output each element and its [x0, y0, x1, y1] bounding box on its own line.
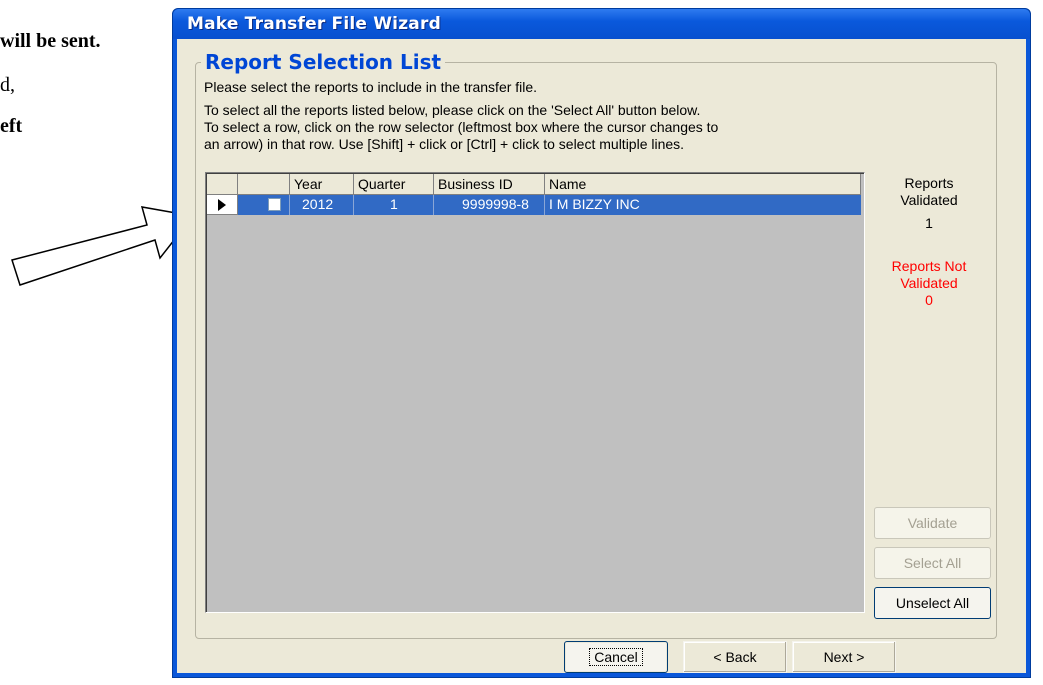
next-button[interactable]: Next >: [792, 641, 896, 673]
title-bar[interactable]: Make Transfer File Wizard: [173, 9, 1030, 39]
instruction-line-2: To select all the reports listed below, …: [204, 102, 701, 118]
instruction-line-3: To select a row, click on the row select…: [204, 119, 719, 135]
window-title: Make Transfer File Wizard: [187, 14, 441, 34]
not-validated-label-2: Validated: [900, 275, 958, 291]
column-header-business-id[interactable]: Business ID: [434, 174, 545, 195]
cell-year: 2012: [290, 195, 354, 215]
column-header-quarter[interactable]: Quarter: [354, 174, 434, 195]
not-validated-count: 0: [925, 292, 933, 308]
column-header-year[interactable]: Year: [290, 174, 354, 195]
wizard-window: Make Transfer File Wizard Report Selecti…: [172, 8, 1031, 678]
doc-text-line-1: will be sent.: [0, 30, 101, 52]
unselect-all-button[interactable]: Unselect All: [874, 587, 991, 619]
table-row[interactable]: 2012 1 9999998-8 I M BIZZY INC: [207, 195, 861, 215]
select-all-button[interactable]: Select All: [874, 547, 991, 579]
back-button[interactable]: < Back: [683, 641, 787, 673]
wizard-client-area: Report Selection List Please select the …: [177, 39, 1026, 673]
column-header-checkbox[interactable]: [238, 174, 290, 195]
row-checkbox-cell: [238, 195, 290, 215]
cell-quarter: 1: [354, 195, 434, 215]
report-grid[interactable]: Year Quarter Business ID Name 2012 1 999…: [205, 172, 865, 613]
validated-count: 1: [925, 215, 933, 231]
column-header-name[interactable]: Name: [545, 174, 861, 195]
instruction-line-1: Please select the reports to include in …: [204, 79, 538, 95]
callout-arrow-icon: [11, 206, 195, 286]
cell-name: I M BIZZY INC: [545, 195, 861, 215]
not-validated-label: Reports Not: [891, 258, 967, 274]
row-selector[interactable]: [207, 195, 238, 215]
row-pointer-icon: [218, 199, 226, 211]
validate-button[interactable]: Validate: [874, 507, 991, 539]
cancel-button[interactable]: Cancel: [564, 641, 668, 673]
cancel-label: Cancel: [589, 648, 643, 666]
include-checkbox[interactable]: [268, 198, 281, 211]
instruction-line-4: an arrow) in that row. Use [Shift] + cli…: [204, 136, 685, 152]
doc-text-line-3: eft: [0, 115, 23, 137]
cell-business-id: 9999998-8: [434, 195, 545, 215]
validated-label: Reports: [904, 175, 954, 191]
group-title: Report Selection List: [201, 50, 446, 74]
column-header-selector: [207, 174, 238, 195]
validated-label-2: Validated: [900, 192, 958, 208]
doc-text-line-2: d,: [0, 74, 15, 96]
